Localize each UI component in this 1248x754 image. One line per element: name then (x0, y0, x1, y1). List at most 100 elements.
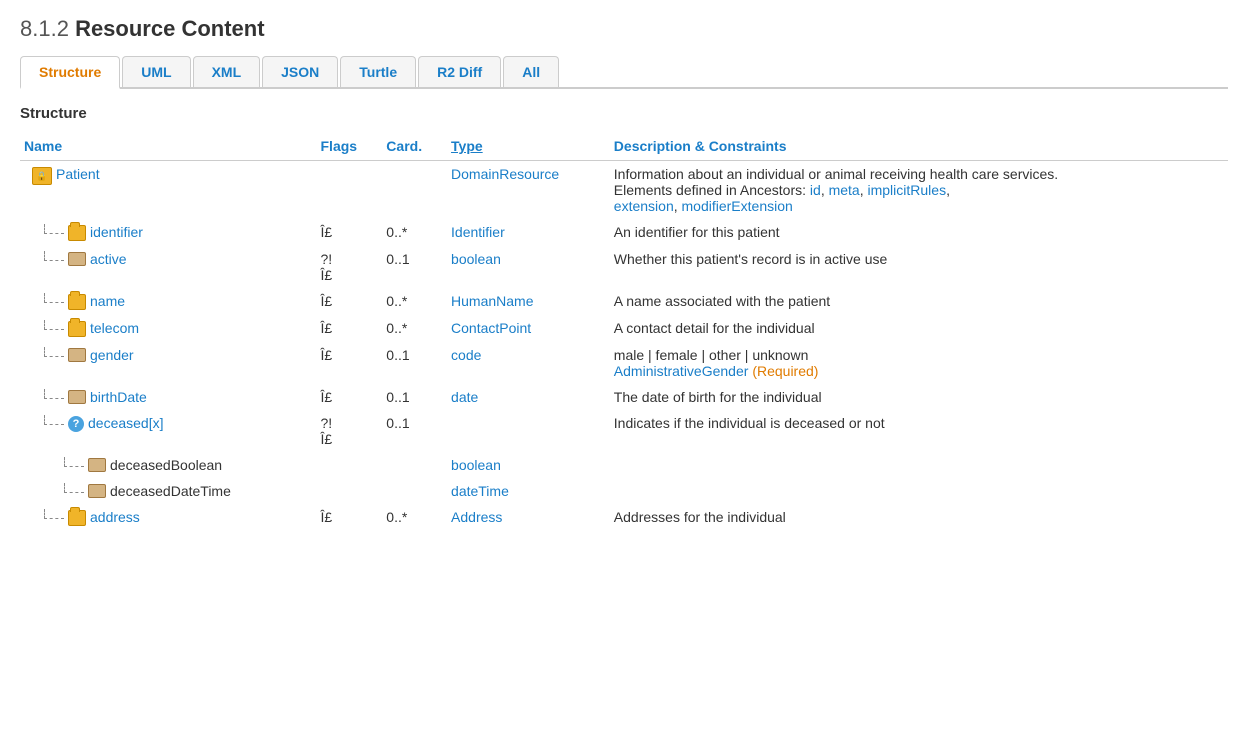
tab-xml[interactable]: XML (193, 56, 261, 87)
tree-branch (44, 251, 64, 261)
folder-icon (68, 294, 86, 310)
identifier-desc: An identifier for this patient (610, 219, 1228, 246)
birthdate-link[interactable]: birthDate (90, 389, 147, 405)
table-row: ? deceased[x] ?!Î£ 0..1 Indicates if the… (20, 410, 1228, 452)
tree-branch (44, 415, 64, 425)
patient-card (382, 161, 447, 220)
tree-branch (44, 389, 64, 399)
tab-bar: Structure UML XML JSON Turtle R2 Diff Al… (20, 56, 1228, 89)
table-row: identifier Î£ 0..* Identifier An identif… (20, 219, 1228, 246)
patient-type: DomainResource (447, 161, 610, 220)
patient-flags (317, 161, 383, 220)
leaf-icon (68, 252, 86, 266)
address-desc: Addresses for the individual (610, 504, 1228, 531)
tree-branch (44, 347, 64, 357)
tree-branch (44, 509, 64, 519)
gender-link[interactable]: gender (90, 347, 134, 363)
leaf-icon (88, 458, 106, 472)
deceaseddt-card (382, 478, 447, 504)
deceasedbool-desc (610, 452, 1228, 478)
telecom-card: 0..* (382, 315, 447, 342)
question-icon: ? (68, 416, 84, 432)
deceaseddt-desc (610, 478, 1228, 504)
gender-desc: male | female | other | unknown Administ… (610, 342, 1228, 384)
active-card: 0..1 (382, 246, 447, 288)
leaf-icon (68, 390, 86, 404)
deceaseddt-name: deceasedDateTime (110, 483, 231, 499)
address-type: Address (447, 504, 610, 531)
identifier-type: Identifier (447, 219, 610, 246)
name-card: 0..* (382, 288, 447, 315)
deceaseddt-type: dateTime (447, 478, 610, 504)
deceasedbool-name: deceasedBoolean (110, 457, 222, 473)
tab-json[interactable]: JSON (262, 56, 338, 87)
deceased-card: 0..1 (382, 410, 447, 452)
table-row: address Î£ 0..* Address Addresses for th… (20, 504, 1228, 531)
col-card: Card. (382, 134, 447, 161)
telecom-desc: A contact detail for the individual (610, 315, 1228, 342)
active-type: boolean (447, 246, 610, 288)
tab-turtle[interactable]: Turtle (340, 56, 416, 87)
tree-branch (44, 224, 64, 234)
name-link[interactable]: name (90, 293, 125, 309)
name-type: HumanName (447, 288, 610, 315)
active-link[interactable]: active (90, 251, 127, 267)
birthdate-card: 0..1 (382, 384, 447, 410)
identifier-flags: Î£ (317, 219, 383, 246)
telecom-link[interactable]: telecom (90, 320, 139, 336)
tree-branch (64, 457, 84, 467)
table-row: deceasedBoolean boolean (20, 452, 1228, 478)
col-flags: Flags (317, 134, 383, 161)
identifier-card: 0..* (382, 219, 447, 246)
birthdate-flags: Î£ (317, 384, 383, 410)
table-row: telecom Î£ 0..* ContactPoint A contact d… (20, 315, 1228, 342)
col-name: Name (20, 134, 317, 161)
tab-structure[interactable]: Structure (20, 56, 120, 89)
col-desc: Description & Constraints (610, 134, 1228, 161)
deceased-type (447, 410, 610, 452)
address-flags: Î£ (317, 504, 383, 531)
identifier-link[interactable]: identifier (90, 224, 143, 240)
deceasedbool-card (382, 452, 447, 478)
leaf-icon (68, 348, 86, 362)
page-heading: 8.1.2 Resource Content (20, 16, 1228, 42)
table-row: name Î£ 0..* HumanName A name associated… (20, 288, 1228, 315)
tab-r2diff[interactable]: R2 Diff (418, 56, 501, 87)
active-flags: ?!Î£ (317, 246, 383, 288)
deceasedbool-flags (317, 452, 383, 478)
tree-branch (44, 293, 64, 303)
gender-flags: Î£ (317, 342, 383, 384)
telecom-flags: Î£ (317, 315, 383, 342)
deceaseddt-flags (317, 478, 383, 504)
col-type: Type (447, 134, 610, 161)
folder-icon (68, 321, 86, 337)
deceasedbool-type: boolean (447, 452, 610, 478)
folder-icon (68, 225, 86, 241)
deceased-link[interactable]: deceased[x] (88, 415, 164, 431)
root-folder-icon: 🔒 (32, 167, 52, 185)
active-desc: Whether this patient's record is in acti… (610, 246, 1228, 288)
table-row: birthDate Î£ 0..1 date The date of birth… (20, 384, 1228, 410)
tree-branch (44, 320, 64, 330)
address-link[interactable]: address (90, 509, 140, 525)
table-row: active ?!Î£ 0..1 boolean Whether this pa… (20, 246, 1228, 288)
birthdate-desc: The date of birth for the individual (610, 384, 1228, 410)
table-row: deceasedDateTime dateTime (20, 478, 1228, 504)
name-flags: Î£ (317, 288, 383, 315)
patient-desc: Information about an individual or anima… (610, 161, 1228, 220)
section-title: Structure (20, 105, 1228, 122)
deceased-desc: Indicates if the individual is deceased … (610, 410, 1228, 452)
table-row: 🔒 Patient DomainResource Information abo… (20, 161, 1228, 220)
table-row: gender Î£ 0..1 code male | female | othe… (20, 342, 1228, 384)
structure-table: Name Flags Card. Type Description & Cons… (20, 134, 1228, 531)
tab-all[interactable]: All (503, 56, 559, 87)
gender-card: 0..1 (382, 342, 447, 384)
leaf-icon (88, 484, 106, 498)
deceased-flags: ?!Î£ (317, 410, 383, 452)
telecom-type: ContactPoint (447, 315, 610, 342)
tab-uml[interactable]: UML (122, 56, 190, 87)
tree-branch (64, 483, 84, 493)
address-card: 0..* (382, 504, 447, 531)
birthdate-type: date (447, 384, 610, 410)
patient-link[interactable]: Patient (56, 166, 100, 182)
